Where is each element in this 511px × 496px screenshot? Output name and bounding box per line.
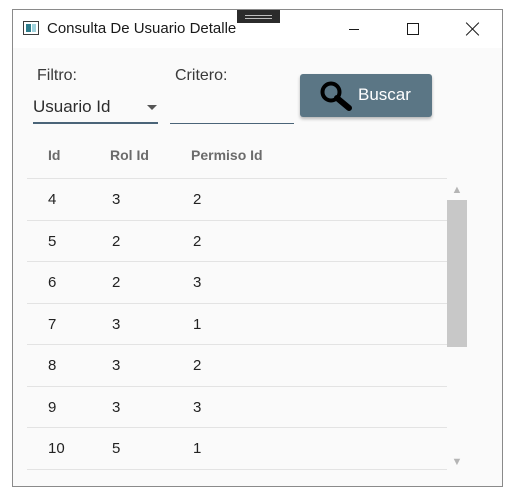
cell-rol-id: 2 — [112, 274, 121, 291]
table-row[interactable]: 9 3 3 — [27, 385, 447, 428]
magnifier-icon — [320, 81, 352, 111]
cell-rol-id: 2 — [112, 232, 121, 250]
filtro-select[interactable]: Usuario Id — [33, 94, 158, 124]
cell-id: 5 — [48, 232, 57, 250]
table-row[interactable]: 7 3 1 — [27, 302, 447, 345]
table-header: Id Rol Id Permiso Id — [27, 138, 467, 177]
criterio-input[interactable] — [170, 94, 294, 124]
cell-rol-id: 3 — [112, 398, 121, 416]
scroll-up-icon[interactable]: ▲ — [447, 180, 467, 200]
cell-permiso-id: 2 — [193, 232, 202, 250]
minimize-button[interactable] — [331, 10, 377, 48]
cell-permiso-id: 3 — [193, 398, 202, 416]
vertical-scrollbar[interactable]: ▲ ▼ — [447, 180, 467, 472]
cell-id: 9 — [48, 398, 57, 416]
table-row[interactable]: 6 2 3 — [27, 261, 447, 303]
cell-permiso-id: 1 — [193, 315, 202, 333]
cell-permiso-id: 2 — [193, 191, 202, 208]
minimize-icon — [349, 28, 359, 30]
column-header-permiso-id[interactable]: Permiso Id — [191, 147, 263, 163]
cell-id: 8 — [48, 357, 57, 374]
scroll-down-icon[interactable]: ▼ — [447, 452, 467, 472]
maximize-button[interactable] — [390, 10, 436, 48]
search-button[interactable]: Buscar — [300, 74, 432, 117]
close-button[interactable] — [450, 10, 496, 48]
scroll-thumb[interactable] — [447, 200, 467, 347]
search-button-label: Buscar — [358, 85, 411, 104]
window-title: Consulta De Usuario Detalle — [47, 20, 237, 37]
table-row[interactable]: 5 2 2 — [27, 219, 447, 262]
cell-rol-id: 3 — [112, 357, 121, 374]
cell-id: 4 — [48, 191, 57, 208]
filtro-select-value: Usuario Id — [33, 97, 111, 116]
table-row[interactable]: 10 5 1 — [27, 427, 447, 470]
chevron-down-icon — [147, 105, 157, 110]
criterio-label: Critero: — [175, 67, 228, 84]
cell-id: 6 — [48, 274, 57, 291]
column-header-id[interactable]: Id — [48, 147, 60, 163]
maximize-icon — [407, 23, 419, 35]
table-row[interactable]: 8 3 2 — [27, 344, 447, 386]
cell-rol-id: 3 — [112, 191, 121, 208]
cell-permiso-id: 3 — [193, 274, 202, 291]
app-window: Consulta De Usuario Detalle Filtro: Crit… — [12, 9, 503, 487]
table-row[interactable]: 4 3 2 — [27, 178, 447, 220]
cell-rol-id: 5 — [112, 440, 121, 457]
column-header-rol-id[interactable]: Rol Id — [110, 147, 149, 163]
cell-permiso-id: 2 — [193, 357, 202, 374]
cell-id: 7 — [48, 315, 57, 333]
table-body: 4 3 2 5 2 2 6 2 3 7 3 1 8 3 2 9 3 3 10 5 1 — [27, 178, 447, 470]
results-table: Id Rol Id Permiso Id 4 3 2 5 2 2 6 2 3 7 3 1 8 3 2 9 3 3 1… — [27, 138, 467, 470]
app-icon — [23, 21, 39, 35]
cell-id: 10 — [48, 440, 65, 457]
cell-permiso-id: 1 — [193, 440, 202, 457]
drag-grip-icon[interactable] — [237, 10, 280, 23]
title-bar[interactable]: Consulta De Usuario Detalle — [13, 10, 502, 48]
close-icon — [466, 22, 480, 36]
cell-rol-id: 3 — [112, 315, 121, 333]
filtro-label: Filtro: — [37, 67, 77, 84]
